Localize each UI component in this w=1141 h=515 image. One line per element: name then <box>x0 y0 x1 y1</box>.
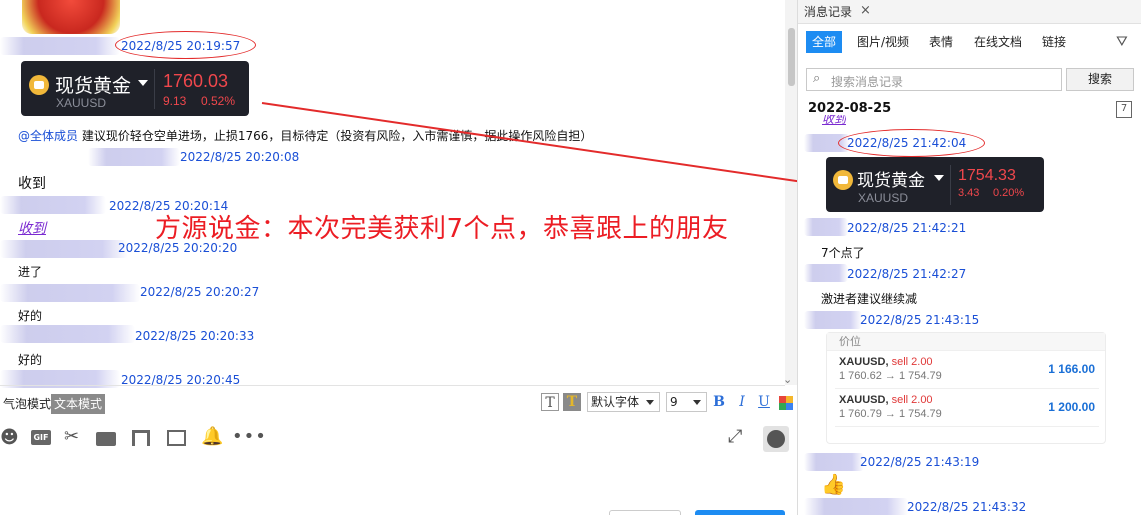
order-price-path: 1 760.79 → 1 754.79 <box>839 408 942 420</box>
search-icon: ⌕ <box>813 71 821 86</box>
order-close-price: 1 754.79 <box>898 370 942 382</box>
order-symbol: XAUUSD, <box>839 356 889 368</box>
order-profit: 1 200.00 <box>1048 400 1095 414</box>
message-timestamp: 2022/8/25 21:43:15 <box>860 313 980 327</box>
order-open-price: 1 760.79 <box>839 408 882 420</box>
order-card-header: 价位 <box>827 333 1105 351</box>
history-tab-bar: 消息记录 × <box>798 0 1141 24</box>
order-card[interactable]: 价位 XAUUSD, sell 2.00 1 760.62 → 1 754.79… <box>826 332 1106 444</box>
sender-name-blurred <box>804 311 862 329</box>
message-timestamp: 2022/8/25 21:42:21 <box>847 221 967 235</box>
filter-icon[interactable]: ⛛ <box>1116 34 1128 50</box>
history-search-input[interactable]: ⌕ 搜索消息记录 <box>806 68 1062 91</box>
message-link[interactable]: 收到 <box>822 115 846 127</box>
search-button[interactable]: 搜索 <box>1066 68 1134 91</box>
divider <box>950 165 951 205</box>
message-text: 7个点了 <box>821 246 865 260</box>
filter-links[interactable]: 链接 <box>1042 31 1066 53</box>
sender-name-blurred <box>804 264 848 282</box>
message-text: 激进者建议继续减 <box>821 292 918 306</box>
filter-stickers[interactable]: 表情 <box>929 31 953 53</box>
message-timestamp: 2022/8/25 21:43:32 <box>907 500 1027 514</box>
highlight-oval <box>838 129 985 157</box>
close-icon[interactable]: × <box>860 3 871 18</box>
divider <box>835 426 1099 427</box>
history-date: 2022-08-25 <box>808 101 892 116</box>
filter-media[interactable]: 图片/视频 <box>857 31 909 53</box>
message-history-panel: 消息记录 × 全部 图片/视频 表情 在线文档 链接 ⛛ ⌕ 搜索消息记录 搜索… <box>797 0 1141 515</box>
quote-price: 1754.33 <box>958 167 1016 184</box>
filter-online-docs[interactable]: 在线文档 <box>974 31 1022 53</box>
divider <box>835 388 1099 389</box>
quote-name: 现货黄金 <box>857 171 925 191</box>
order-row: XAUUSD, sell 2.00 <box>839 394 933 406</box>
order-side: sell 2.00 <box>891 394 933 406</box>
order-side: sell 2.00 <box>891 356 933 368</box>
sender-name-blurred <box>804 498 908 515</box>
order-price-path: 1 760.62 → 1 754.79 <box>839 370 942 382</box>
order-close-price: 1 754.79 <box>898 408 942 420</box>
sender-name-blurred <box>804 218 848 236</box>
chevron-down-icon[interactable] <box>934 175 944 181</box>
gold-coin-icon <box>833 170 853 190</box>
message-timestamp: 2022/8/25 21:42:27 <box>847 267 967 281</box>
order-symbol: XAUUSD, <box>839 394 889 406</box>
calendar-icon[interactable]: 7 <box>1116 101 1132 118</box>
history-tab-title[interactable]: 消息记录 <box>804 3 852 20</box>
filter-all[interactable]: 全部 <box>806 31 843 53</box>
order-profit: 1 166.00 <box>1048 362 1095 376</box>
quote-change-percent: 0.20% <box>993 187 1025 199</box>
search-placeholder: 搜索消息记录 <box>831 75 904 89</box>
quote-symbol: XAUUSD <box>858 191 909 205</box>
gold-quote-card[interactable]: 现货黄金 XAUUSD 1754.33 3.43 0.20% <box>826 157 1044 212</box>
order-open-price: 1 760.62 <box>839 370 882 382</box>
sender-name-blurred <box>804 453 864 471</box>
thumbs-up-icon: 👍 <box>821 472 846 496</box>
quote-change: 3.43 <box>958 187 980 199</box>
order-row: XAUUSD, sell 2.00 <box>839 356 933 368</box>
message-timestamp: 2022/8/25 21:43:19 <box>860 455 980 469</box>
